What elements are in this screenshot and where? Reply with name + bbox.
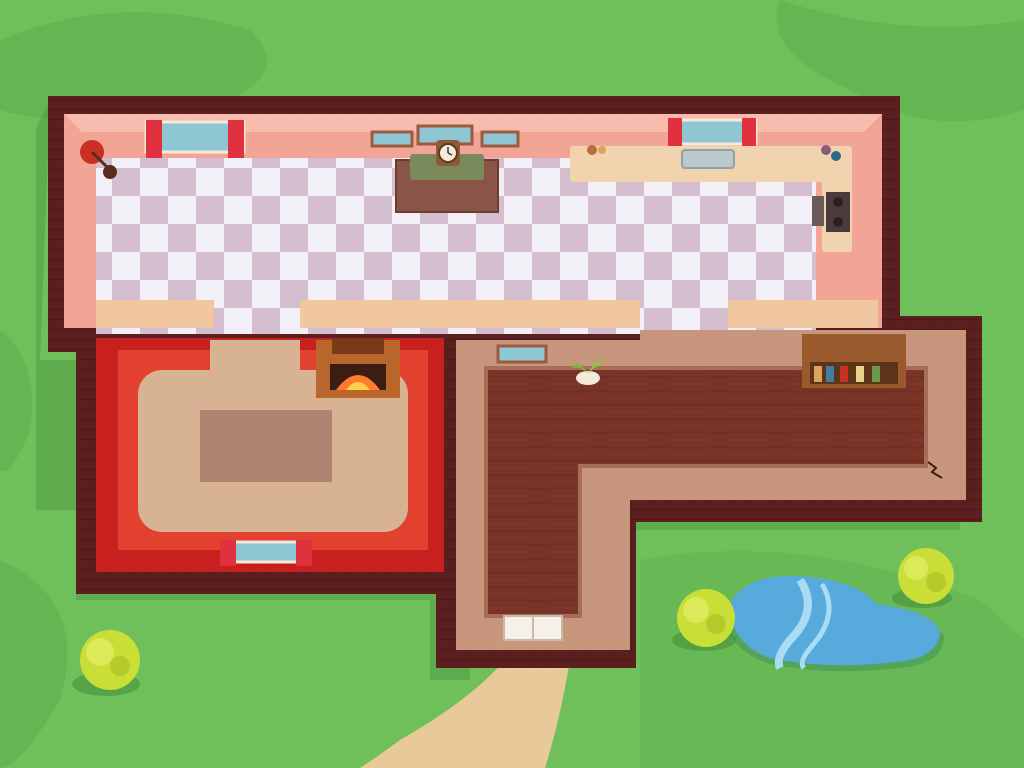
fireplace-icon[interactable] — [316, 338, 400, 398]
kitchen-window-left[interactable] — [144, 120, 246, 158]
kitchen-interior-wall — [96, 300, 878, 328]
hall-painting[interactable] — [496, 344, 548, 364]
sink-icon[interactable] — [681, 149, 735, 169]
kitchen-window-right[interactable] — [668, 118, 758, 148]
house-floor-plan-scene — [0, 0, 1024, 768]
front-door-icon[interactable] — [503, 615, 563, 641]
living-room-window[interactable] — [220, 540, 312, 566]
bookshelf-icon[interactable] — [802, 334, 906, 388]
stove-icon[interactable] — [812, 192, 850, 232]
rug-icon[interactable] — [200, 410, 332, 482]
